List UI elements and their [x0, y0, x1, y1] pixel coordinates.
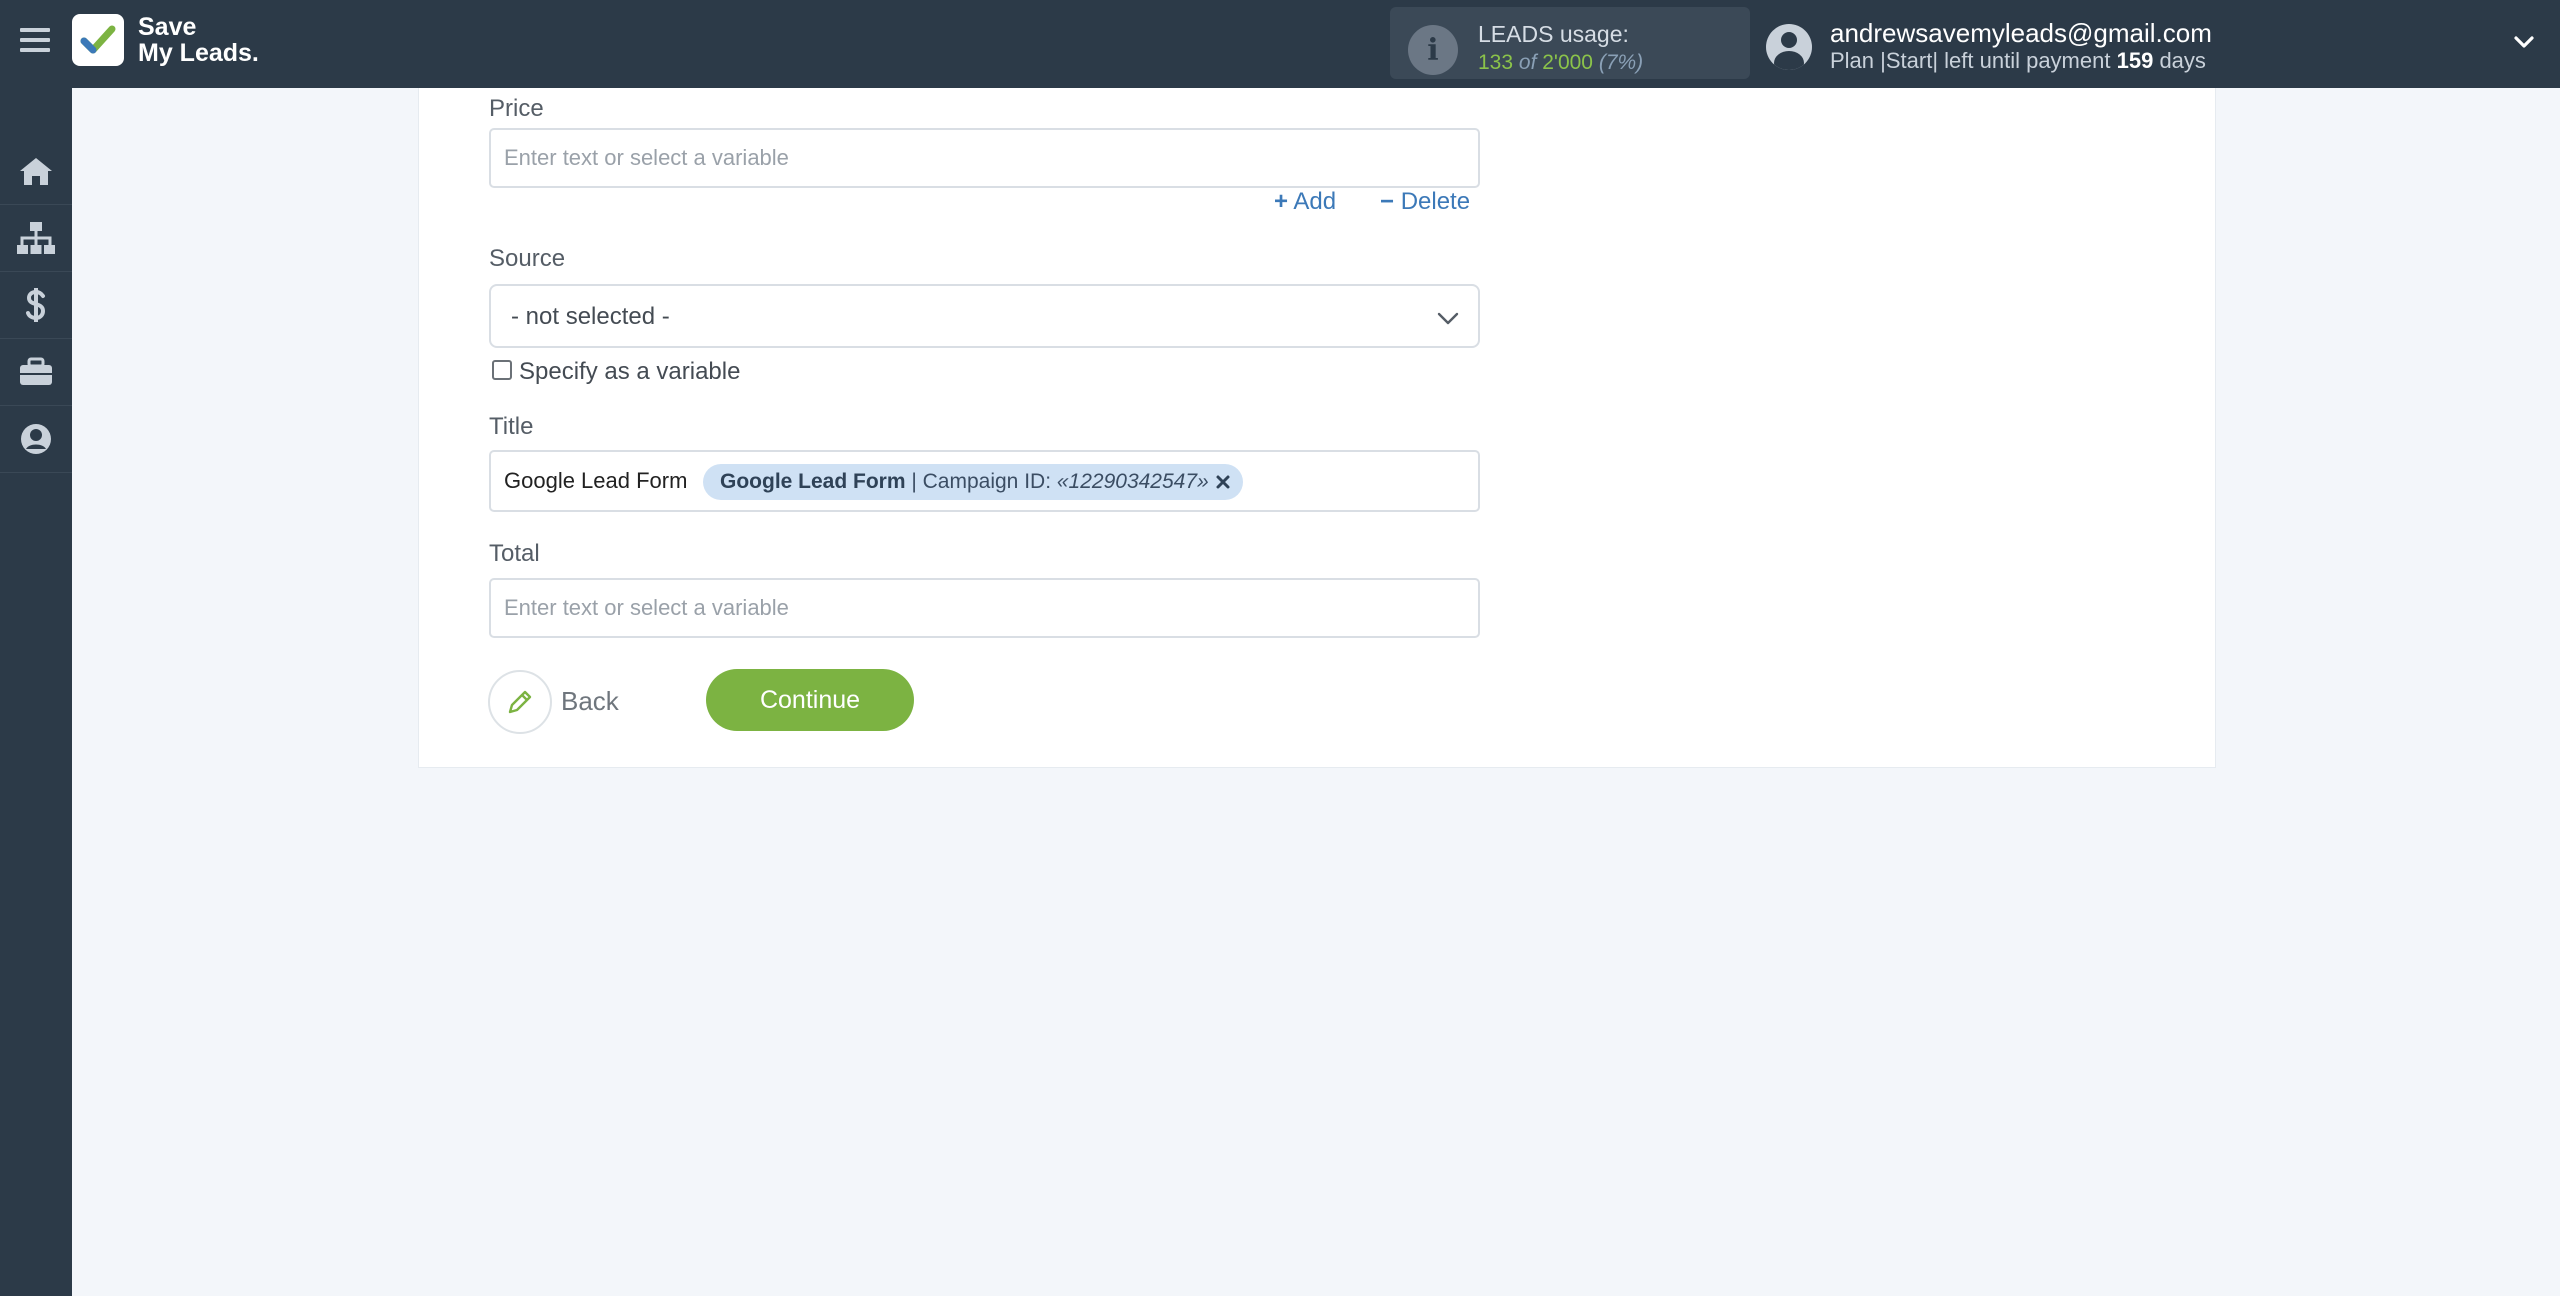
- logo-check-icon: [72, 14, 124, 66]
- back-button[interactable]: [488, 670, 552, 734]
- sidebar-item-home[interactable]: [0, 138, 72, 205]
- logo[interactable]: Save My Leads.: [72, 14, 259, 66]
- continue-button[interactable]: Continue: [706, 669, 914, 731]
- sidebar-item-connections[interactable]: [0, 205, 72, 272]
- source-label: Source: [489, 245, 566, 272]
- info-icon: i: [1408, 25, 1458, 75]
- user-circle-icon: [21, 424, 51, 454]
- sidebar-item-billing[interactable]: [0, 272, 72, 339]
- back-label[interactable]: Back: [561, 686, 619, 717]
- leads-usage-panel: i LEADS usage: 133 of 2'000 (7%): [1390, 7, 1750, 79]
- menu-icon[interactable]: [20, 28, 50, 58]
- logo-text: Save My Leads.: [138, 13, 259, 67]
- delete-button[interactable]: − Delete: [1380, 188, 1470, 216]
- specify-variable-checkbox[interactable]: [492, 360, 512, 380]
- sitemap-icon: [17, 222, 55, 254]
- source-select[interactable]: - not selected -: [489, 284, 1480, 348]
- source-selected-value: - not selected -: [511, 303, 670, 330]
- close-icon[interactable]: [1215, 474, 1231, 490]
- specify-variable-label[interactable]: Specify as a variable: [519, 358, 740, 386]
- briefcase-icon: [20, 357, 52, 385]
- plus-icon: +: [1274, 188, 1289, 215]
- minus-icon: −: [1380, 188, 1395, 215]
- title-label: Title: [489, 413, 534, 440]
- chevron-down-icon[interactable]: [2514, 32, 2534, 52]
- home-icon: [20, 158, 52, 185]
- top-bar: Save My Leads. i LEADS usage: 133 of 2'0…: [0, 0, 2560, 88]
- dollar-icon: [26, 288, 46, 322]
- total-input[interactable]: Enter text or select a variable: [489, 578, 1480, 638]
- add-button[interactable]: + Add: [1274, 188, 1336, 216]
- usage-value: 133 of 2'000 (7%): [1478, 51, 1644, 74]
- title-text: Google Lead Form: [504, 468, 688, 493]
- total-label: Total: [489, 540, 540, 567]
- title-input[interactable]: Google Lead Form Google Lead Form | Camp…: [489, 450, 1480, 512]
- sidebar: [0, 88, 72, 1296]
- price-input[interactable]: Enter text or select a variable: [489, 128, 1480, 188]
- price-label: Price: [489, 95, 544, 122]
- pencil-icon: [508, 690, 532, 714]
- variable-chip: Google Lead Form | Campaign ID: «1229034…: [703, 464, 1243, 500]
- account-menu[interactable]: andrewsavemyleads@gmail.com Plan |Start|…: [1766, 18, 2536, 74]
- chevron-down-icon: [1437, 312, 1459, 325]
- sidebar-item-services[interactable]: [0, 339, 72, 406]
- account-email: andrewsavemyleads@gmail.com: [1830, 18, 2212, 48]
- sidebar-item-profile[interactable]: [0, 406, 72, 473]
- account-plan: Plan |Start| left until payment 159 days: [1830, 48, 2206, 73]
- avatar-icon: [1766, 24, 1812, 70]
- usage-title: LEADS usage:: [1478, 21, 1629, 47]
